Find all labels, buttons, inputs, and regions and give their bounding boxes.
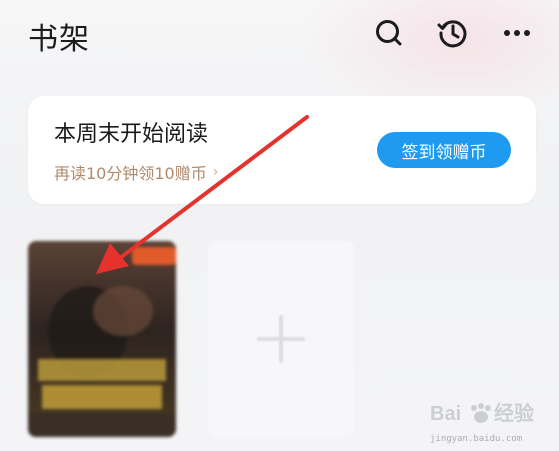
bookshelf-screen: 书架 本周末开始阅读 再读10分钟领10赠币 › 签到领赠币 Bai 经验 ji… (0, 0, 559, 451)
baidu-jingyan-watermark: Bai 经验 jingyan.baidu.com (430, 394, 555, 446)
reading-goal-title: 本周末开始阅读 (54, 122, 209, 147)
add-book-button[interactable] (208, 241, 354, 437)
reading-goal-card[interactable]: 本周末开始阅读 再读10分钟领10赠币 › 签到领赠币 (28, 96, 536, 204)
watermark-url: jingyan.baidu.com (430, 434, 523, 444)
header: 书架 (0, 0, 559, 70)
book-cover[interactable] (28, 241, 176, 437)
baidu-paw-logo: Bai 经验 (430, 401, 534, 425)
more-button[interactable] (497, 13, 537, 53)
checkin-button[interactable]: 签到领赠币 (377, 132, 511, 168)
search-button[interactable] (369, 13, 409, 53)
history-icon (437, 20, 467, 48)
svg-text:经验: 经验 (494, 401, 534, 425)
reading-goal-subtitle[interactable]: 再读10分钟领10赠币 › (54, 160, 218, 184)
reading-goal-subtitle-text: 再读10分钟领10赠币 (54, 164, 207, 183)
book-cover-image (28, 241, 176, 437)
search-icon (376, 20, 402, 46)
more-icon (504, 30, 530, 36)
page-title: 书架 (28, 22, 90, 57)
svg-text:Bai: Bai (430, 403, 461, 425)
plus-icon (257, 315, 305, 363)
chevron-right-icon: › (212, 164, 219, 180)
history-button[interactable] (433, 13, 473, 53)
